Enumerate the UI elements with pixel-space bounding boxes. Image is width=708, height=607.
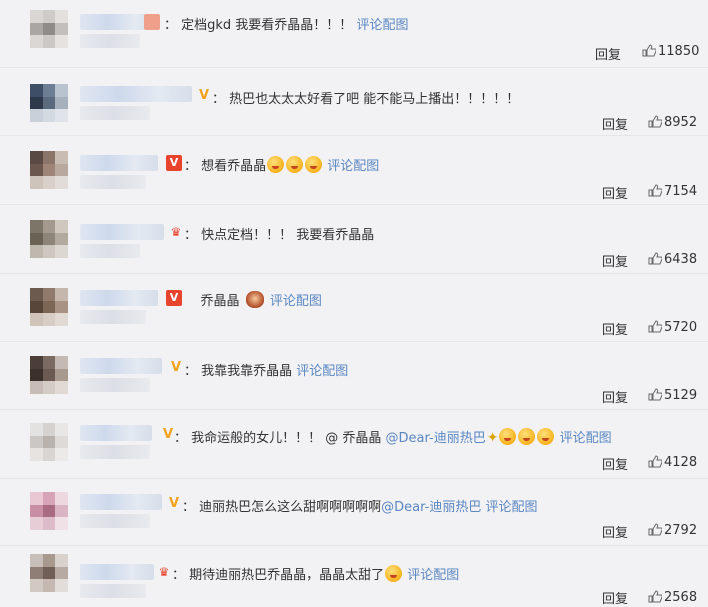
- avatar[interactable]: [30, 288, 68, 326]
- reply-button[interactable]: 回复: [602, 319, 628, 338]
- thumbs-up-icon: [648, 523, 662, 536]
- user-subinfo: [80, 106, 150, 120]
- comment-text: ： 我靠我靠乔晶晶 评论配图: [184, 364, 349, 379]
- emoji-icon: [305, 156, 323, 173]
- avatar[interactable]: [30, 220, 68, 258]
- username[interactable]: [80, 358, 162, 374]
- comment-image-link[interactable]: 评论配图: [327, 159, 379, 174]
- reply-button[interactable]: 回复: [595, 44, 621, 63]
- comment-list: ： 定档gkd 我要看乔晶晶！！！ 评论配图 回复 11850 V ： 热巴也太…: [0, 0, 708, 607]
- comment-image-link[interactable]: 评论配图: [407, 568, 459, 583]
- user-subinfo: [80, 310, 146, 324]
- reply-button[interactable]: 回复: [602, 387, 628, 406]
- emoji-icon: [286, 156, 304, 173]
- comment-text: ： 快点定档！！！ 我要看乔晶晶: [184, 228, 375, 243]
- emoji-icon: [518, 428, 536, 445]
- thumbs-up-icon: [648, 184, 662, 197]
- username[interactable]: [80, 155, 158, 171]
- user-subinfo: [80, 244, 140, 258]
- comment-row: V ： 想看乔晶晶 评论配图 回复 7154: [0, 137, 708, 205]
- comment-image-link[interactable]: 评论配图: [356, 18, 408, 33]
- like-button[interactable]: 5720: [648, 320, 697, 335]
- reply-button[interactable]: 回复: [602, 454, 628, 473]
- comment-text: ： 迪丽热巴怎么这么甜啊啊啊啊啊@Dear-迪丽热巴 评论配图: [182, 500, 538, 515]
- comment-text: ： 热巴也太太太好看了吧 能不能马上播出！！！！！: [212, 92, 520, 107]
- comment-row: ♛ ： 快点定档！！！ 我要看乔晶晶 回复 6438: [0, 206, 708, 274]
- like-button[interactable]: 7154: [648, 184, 697, 199]
- comment-row: ： 定档gkd 我要看乔晶晶！！！ 评论配图 回复 11850: [0, 0, 708, 68]
- user-subinfo: [80, 584, 146, 598]
- reply-button[interactable]: 回复: [602, 114, 628, 133]
- username[interactable]: [80, 425, 152, 441]
- avatar[interactable]: [30, 492, 68, 530]
- comment-image-link[interactable]: 评论配图: [560, 431, 612, 446]
- comment-text: ： 我命运般的女儿！！！ @ 乔晶晶 @Dear-迪丽热巴✦ 评论配图: [174, 428, 612, 446]
- like-button[interactable]: 8952: [648, 115, 697, 130]
- comment-text: ： 期待迪丽热巴乔晶晶，晶晶太甜了 评论配图: [172, 564, 459, 583]
- like-button[interactable]: 2792: [648, 523, 697, 538]
- comment-row: V ： 我命运般的女儿！！！ @ 乔晶晶 @Dear-迪丽热巴✦ 评论配图 回复…: [0, 411, 708, 479]
- avatar[interactable]: [30, 356, 68, 394]
- reply-button[interactable]: 回复: [602, 522, 628, 541]
- thumbs-up-icon: [648, 590, 662, 603]
- comment-row: V 乔晶晶 评论配图 回复 5720: [0, 274, 708, 342]
- reply-button[interactable]: 回复: [602, 588, 628, 607]
- avatar[interactable]: [30, 10, 68, 48]
- star-emoji-icon: ✦: [486, 430, 499, 446]
- vip-badge-icon: [144, 14, 160, 30]
- comment-text: ： 定档gkd 我要看乔晶晶！！！ 评论配图: [164, 18, 409, 33]
- like-button[interactable]: 6438: [648, 252, 697, 267]
- user-subinfo: [80, 175, 146, 189]
- user-subinfo: [80, 445, 150, 459]
- thumbs-up-icon: [648, 115, 662, 128]
- user-subinfo: [80, 34, 140, 48]
- username[interactable]: [80, 224, 164, 240]
- emoji-icon: [267, 156, 285, 173]
- monkey-emoji-icon: [245, 291, 264, 308]
- crown-badge-icon: ♛: [158, 565, 170, 579]
- thumbs-up-icon: [648, 252, 662, 265]
- mention-link[interactable]: @Dear-迪丽热巴: [381, 500, 481, 515]
- thumbs-up-icon: [648, 455, 662, 468]
- comment-row: V ： 迪丽热巴怎么这么甜啊啊啊啊啊@Dear-迪丽热巴 评论配图 回复 279…: [0, 478, 708, 546]
- user-subinfo: [80, 514, 150, 528]
- emoji-icon: [385, 565, 403, 582]
- comment-row: V ： 热巴也太太太好看了吧 能不能马上播出！！！！！ 回复 8952: [0, 68, 708, 136]
- mention-link[interactable]: @Dear-迪丽热巴: [386, 431, 486, 446]
- like-button[interactable]: 4128: [648, 455, 697, 470]
- reply-button[interactable]: 回复: [602, 183, 628, 202]
- comment-row: V ： 我靠我靠乔晶晶 评论配图 回复 5129: [0, 342, 708, 410]
- like-button[interactable]: 11850: [642, 44, 699, 59]
- avatar[interactable]: [30, 423, 68, 461]
- avatar[interactable]: [30, 151, 68, 189]
- avatar[interactable]: [30, 84, 68, 122]
- username[interactable]: [80, 86, 192, 102]
- emoji-icon: [499, 428, 517, 445]
- username[interactable]: [80, 494, 162, 510]
- thumbs-up-icon: [648, 388, 662, 401]
- comment-image-link[interactable]: 评论配图: [270, 294, 322, 309]
- username[interactable]: [80, 564, 154, 580]
- thumbs-up-icon: [648, 320, 662, 333]
- thumbs-up-icon: [642, 44, 656, 57]
- like-button[interactable]: 2568: [648, 590, 697, 605]
- comment-row: ♛ ： 期待迪丽热巴乔晶晶，晶晶太甜了 评论配图 回复 2568: [0, 546, 708, 607]
- comment-image-link[interactable]: 评论配图: [296, 364, 348, 379]
- comment-text: ： 想看乔晶晶 评论配图: [184, 155, 379, 174]
- v-badge-icon: V: [168, 496, 180, 511]
- v-badge-icon: V: [198, 88, 210, 103]
- username[interactable]: [80, 290, 158, 306]
- emoji-icon: [537, 428, 555, 445]
- avatar[interactable]: [30, 554, 68, 592]
- crown-badge-icon: ♛: [170, 225, 182, 239]
- comment-image-link[interactable]: 评论配图: [485, 500, 537, 515]
- vip-badge-icon: V: [166, 155, 182, 171]
- vip-badge-icon: V: [166, 290, 182, 306]
- user-subinfo: [80, 378, 150, 392]
- like-button[interactable]: 5129: [648, 388, 697, 403]
- reply-button[interactable]: 回复: [602, 251, 628, 270]
- comment-text: 乔晶晶 评论配图: [184, 290, 322, 309]
- v-badge-icon: V: [170, 360, 182, 375]
